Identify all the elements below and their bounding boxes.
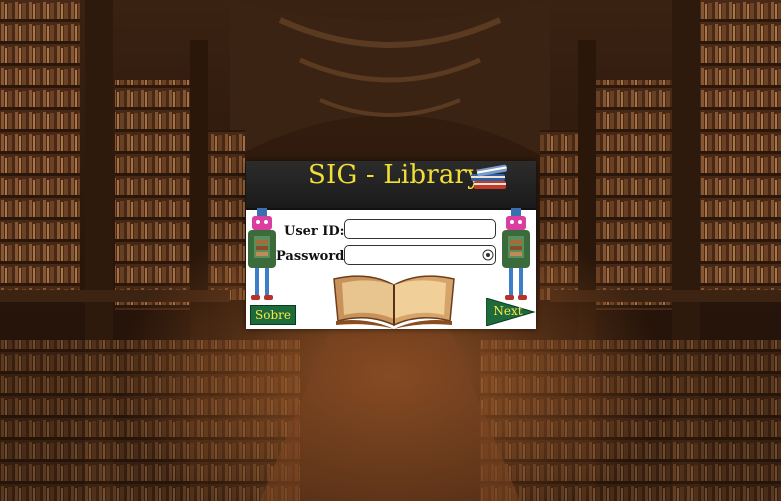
open-book-image: [333, 275, 455, 329]
next-button[interactable]: Next: [486, 298, 536, 326]
password-label: Password:: [276, 249, 350, 264]
robot-character-right: [502, 208, 530, 300]
books-stack-icon: [471, 164, 507, 189]
login-dialog: SIG - Library User ID: Password: Sobre N…: [246, 160, 536, 329]
user-id-input[interactable]: [344, 219, 496, 239]
password-input[interactable]: [344, 245, 496, 265]
sobre-button[interactable]: Sobre: [250, 305, 296, 325]
app-title: SIG - Library: [308, 160, 483, 190]
eye-icon[interactable]: [482, 249, 494, 261]
robot-character-left: [248, 208, 276, 300]
user-id-label: User ID:: [284, 224, 345, 239]
next-button-label: Next: [493, 304, 523, 318]
dialog-titlebar: SIG - Library: [246, 160, 536, 210]
